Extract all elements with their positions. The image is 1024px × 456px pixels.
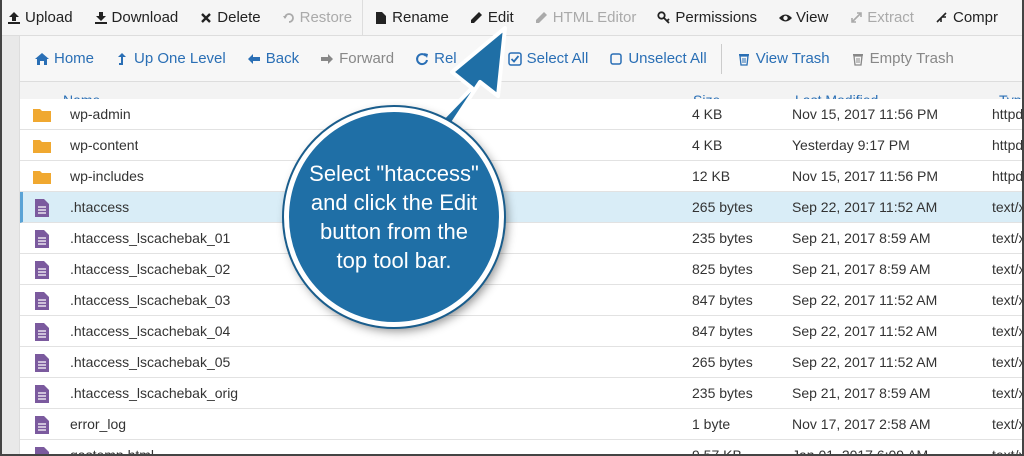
- file-manager-window: Upload Download Delete Restore Rename Ed…: [0, 0, 1024, 456]
- instruction-callout: Select "htaccess" and click the Edit but…: [284, 107, 504, 327]
- callout-arrow: [410, 26, 507, 164]
- callout-text: Select "htaccess" and click the Edit but…: [309, 161, 479, 273]
